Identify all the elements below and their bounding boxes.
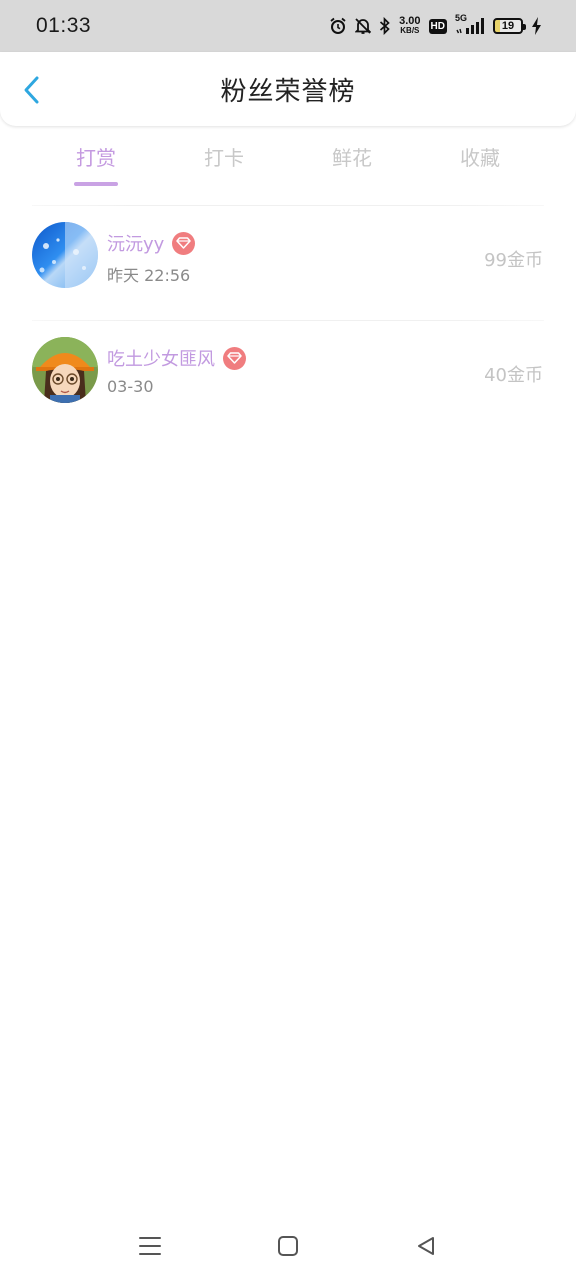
system-nav-bar <box>0 1215 576 1275</box>
status-time: 01:33 <box>36 14 92 37</box>
list-item[interactable]: 吃土少女匪风 03-30 40金币 <box>0 321 576 435</box>
fan-list: 沅沅yy 昨天 22:56 99金币 吃土少女匪风 03-30 40金币 <box>0 205 576 435</box>
tab-label: 打赏 <box>76 146 116 170</box>
tab-reward[interactable]: 打赏 <box>32 140 160 190</box>
avatar[interactable] <box>32 222 98 288</box>
tab-checkin[interactable]: 打卡 <box>160 140 288 190</box>
tab-bar: 打赏 打卡 鲜花 收藏 <box>32 140 544 190</box>
page-title: 粉丝荣誉榜 <box>220 76 356 107</box>
hd-badge: HD <box>428 18 447 34</box>
bluetooth-icon <box>379 17 391 35</box>
battery-level: 19 <box>501 20 515 32</box>
fan-name[interactable]: 沅沅yy <box>107 230 164 256</box>
list-item[interactable]: 沅沅yy 昨天 22:56 99金币 <box>0 206 576 320</box>
tab-active-indicator <box>74 182 118 186</box>
home-button[interactable] <box>275 1233 301 1259</box>
menu-icon <box>139 1237 161 1255</box>
net-speed-value: 3.00 <box>399 15 421 27</box>
menu-button[interactable] <box>137 1233 163 1259</box>
net-speed: 3.00 KB/S <box>399 15 421 36</box>
alarm-icon <box>329 17 347 35</box>
fan-time: 昨天 22:56 <box>107 266 191 285</box>
back-nav-button[interactable] <box>413 1233 439 1259</box>
bell-off-icon <box>355 17 372 35</box>
chevron-left-icon <box>24 76 39 104</box>
tab-label: 收藏 <box>460 146 500 170</box>
tab-favorites[interactable]: 收藏 <box>416 140 544 190</box>
network-label: 5G <box>455 13 468 23</box>
net-speed-unit: KB/S <box>400 26 420 35</box>
fan-amount: 40金币 <box>484 365 543 386</box>
home-icon <box>278 1236 298 1256</box>
fan-amount: 99金币 <box>484 250 543 271</box>
fan-name-line: 吃土少女匪风 <box>107 345 246 371</box>
diamond-icon <box>223 346 246 370</box>
status-bar: 01:33 3.00 KB/S HD 5G 19 <box>0 0 576 52</box>
status-icons: 3.00 KB/S HD 5G 19 <box>329 13 542 36</box>
diamond-icon <box>172 231 196 255</box>
battery-icon: 19 <box>493 18 526 34</box>
tab-label: 鲜花 <box>332 146 372 170</box>
fan-name[interactable]: 吃土少女匪风 <box>107 345 215 371</box>
back-triangle-icon <box>418 1237 434 1255</box>
tab-flowers[interactable]: 鲜花 <box>288 140 416 190</box>
fan-name-line: 沅沅yy <box>107 230 196 256</box>
fan-time: 03-30 <box>107 377 154 396</box>
charging-icon <box>531 17 542 35</box>
avatar[interactable] <box>32 337 98 403</box>
tab-label: 打卡 <box>204 146 244 170</box>
signal-icon: 5G <box>455 13 485 35</box>
back-button[interactable] <box>16 74 48 106</box>
header: 粉丝荣誉榜 <box>0 52 576 126</box>
